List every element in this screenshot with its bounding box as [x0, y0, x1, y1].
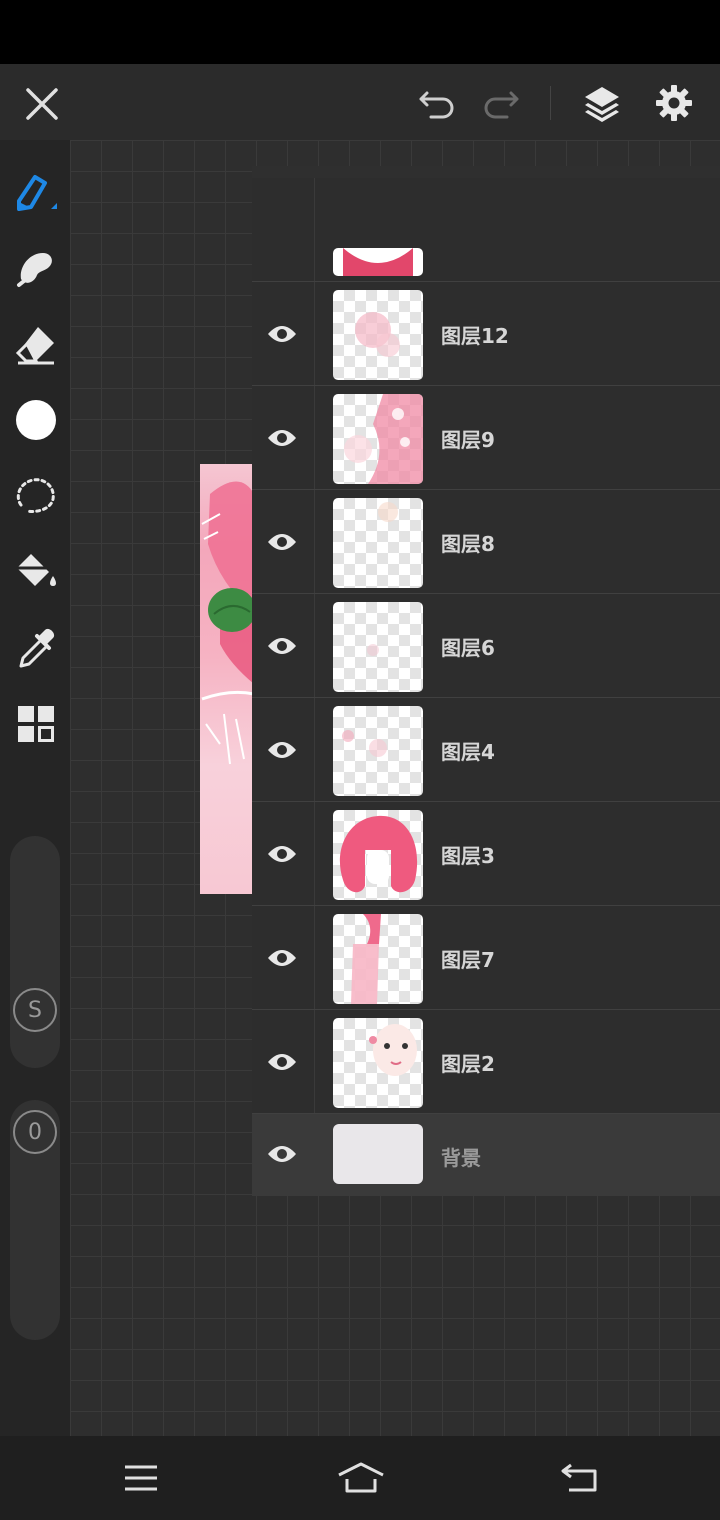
layer-thumbnail — [333, 602, 423, 692]
fill-icon[interactable] — [10, 548, 62, 596]
visibility-eye-icon[interactable] — [266, 424, 298, 452]
layer-row[interactable]: 图层7 — [252, 906, 720, 1010]
visibility-eye-icon[interactable] — [266, 736, 298, 764]
layer-thumbnail — [333, 290, 423, 380]
layer-name: 图层3 — [441, 844, 495, 868]
size-label: S — [13, 988, 57, 1032]
layer-row-partial[interactable] — [252, 178, 720, 282]
gear-icon[interactable] — [650, 80, 698, 126]
lasso-icon[interactable] — [10, 472, 62, 520]
home-icon[interactable] — [334, 1458, 388, 1498]
layer-thumbnail — [333, 248, 423, 276]
layer-row[interactable]: 图层9 — [252, 386, 720, 490]
color-icon[interactable] — [10, 396, 62, 444]
layer-thumbnail — [333, 810, 423, 900]
back-icon[interactable] — [554, 1458, 604, 1498]
visibility-eye-icon[interactable] — [266, 944, 298, 972]
toolbar-divider — [550, 86, 551, 120]
layer-panel: 图层12 图层9 图层8 图层6 图层4 图层3 图层7 图层2 背景 — [252, 166, 720, 1196]
grid-icon[interactable] — [10, 700, 62, 748]
visibility-eye-icon[interactable] — [266, 632, 298, 660]
visibility-eye-icon[interactable] — [266, 840, 298, 868]
visibility-eye-icon[interactable] — [266, 1140, 298, 1168]
background-thumbnail — [333, 1124, 423, 1184]
layer-name: 图层2 — [441, 1052, 495, 1076]
undo-icon[interactable] — [414, 82, 460, 126]
eraser-icon[interactable] — [10, 320, 62, 368]
system-nav-bar — [0, 1436, 720, 1520]
eyedropper-icon[interactable] — [10, 624, 62, 672]
background-layer-row[interactable]: 背景 — [252, 1114, 720, 1196]
layer-thumbnail — [333, 706, 423, 796]
layer-name: 图层7 — [441, 948, 495, 972]
layer-thumbnail — [333, 498, 423, 588]
layers-icon[interactable] — [578, 80, 626, 126]
layer-row[interactable]: 图层6 — [252, 594, 720, 698]
layer-thumbnail — [333, 914, 423, 1004]
smudge-icon[interactable] — [10, 244, 62, 292]
layer-name: 图层9 — [441, 428, 495, 452]
status-bar — [0, 0, 720, 64]
layer-row[interactable]: 图层2 — [252, 1010, 720, 1114]
layer-row[interactable]: 图层4 — [252, 698, 720, 802]
layer-name: 图层6 — [441, 636, 495, 660]
brush-size-slider[interactable] — [10, 836, 60, 1068]
layer-thumbnail — [333, 1018, 423, 1108]
brush-icon[interactable] — [10, 168, 62, 216]
layer-thumbnail — [333, 394, 423, 484]
top-toolbar — [0, 64, 720, 140]
menu-icon[interactable] — [116, 1458, 166, 1498]
opacity-label: 0 — [13, 1110, 57, 1154]
layer-row[interactable]: 图层8 — [252, 490, 720, 594]
layer-row[interactable]: 图层3 — [252, 802, 720, 906]
layer-row[interactable]: 图层12 — [252, 282, 720, 386]
background-layer-name: 背景 — [441, 1146, 481, 1170]
layer-name: 图层12 — [441, 324, 509, 348]
layer-name: 图层4 — [441, 740, 495, 764]
visibility-eye-icon[interactable] — [266, 528, 298, 556]
close-icon[interactable] — [20, 82, 64, 126]
artwork-preview — [200, 464, 254, 894]
left-toolbar: S 0 — [0, 140, 70, 1436]
redo-icon[interactable] — [478, 82, 524, 126]
visibility-eye-icon[interactable] — [266, 1048, 298, 1076]
visibility-eye-icon[interactable] — [266, 320, 298, 348]
layer-name: 图层8 — [441, 532, 495, 556]
